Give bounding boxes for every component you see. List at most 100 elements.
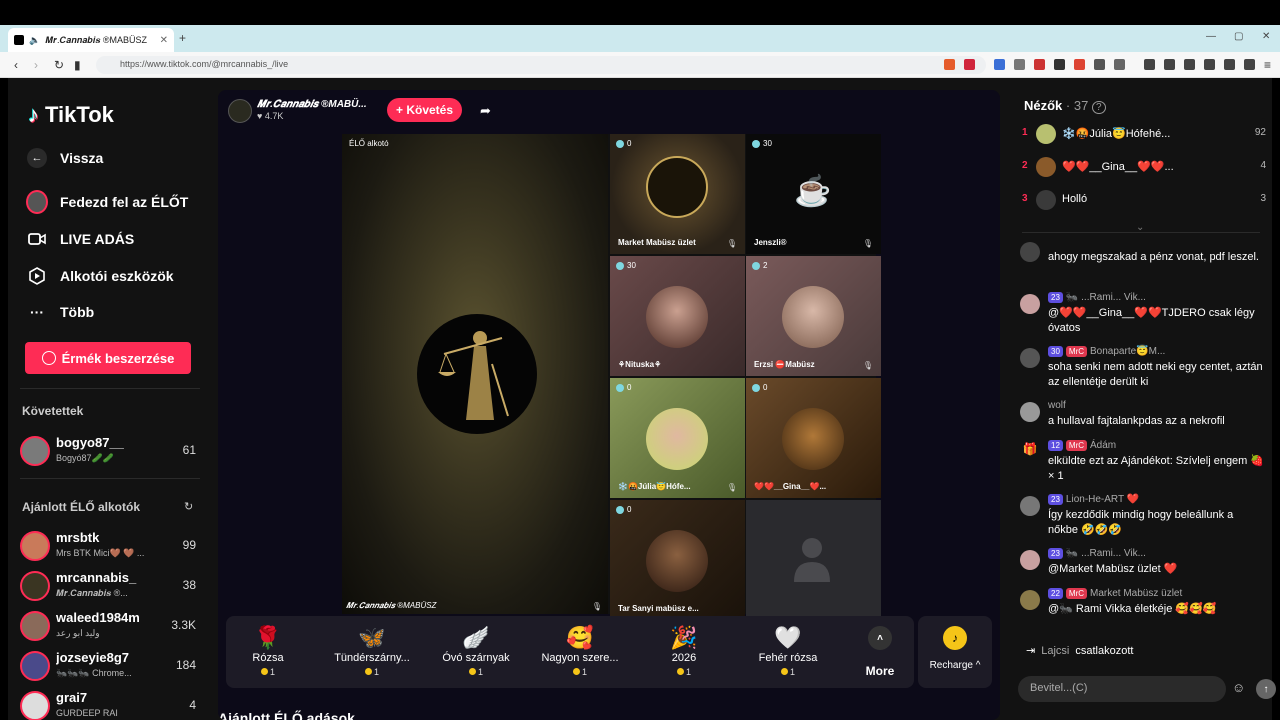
wallet-icon[interactable] — [1204, 59, 1215, 70]
guest-tile[interactable]: 0 ❄️🤬Júlia😇Hófe... 🎙 — [610, 378, 745, 498]
close-window-icon[interactable]: ✕ — [1262, 31, 1270, 42]
info-icon[interactable]: ? — [1091, 101, 1106, 114]
brave-shield-icon[interactable] — [944, 59, 955, 70]
host-avatar[interactable] — [228, 99, 252, 123]
menu-icon[interactable]: ≡ — [1264, 58, 1271, 72]
bookmark-icon[interactable]: ▮ — [74, 58, 81, 72]
follow-button[interactable]: + Követés — [387, 98, 462, 122]
avatar[interactable] — [1020, 590, 1040, 610]
guest-tile[interactable]: 30 ⚘Nituska⚘ — [610, 256, 745, 376]
recommended-account[interactable]: jozseyie8g7 🐜🐜🐜 Chrome... 184 — [20, 649, 200, 683]
extension-icon[interactable] — [1014, 59, 1025, 70]
gift-item[interactable]: 🪽 Óvó szárnyak 1 — [426, 624, 526, 684]
history-icon[interactable] — [1224, 59, 1235, 70]
url-field[interactable]: https://www.tiktok.com/@mrcannabis_/live — [96, 56, 986, 74]
nav-explore-live[interactable]: Fedezd fel az ÉLŐT — [26, 190, 188, 214]
send-icon[interactable]: ↑ — [1256, 679, 1276, 699]
account-name: waleed1984m — [56, 610, 140, 625]
vpn-icon[interactable] — [1244, 59, 1255, 70]
avatar[interactable] — [1020, 402, 1040, 422]
guest-tile[interactable]: 30 ☕ Jenszli® 🎙 — [746, 134, 881, 254]
extension-icon[interactable] — [1054, 59, 1065, 70]
recharge-button[interactable]: ♪ Recharge ^ — [918, 616, 992, 688]
like-count: ♥ 4.7K — [257, 111, 283, 121]
fairy-wings-icon: 🦋 — [358, 625, 386, 650]
nav-live[interactable]: LIVE ADÁS — [26, 227, 134, 251]
refresh-icon[interactable]: ↻ — [184, 500, 193, 513]
gift-name: Nagyon szere... — [541, 652, 619, 664]
avatar[interactable] — [1020, 242, 1040, 262]
avatar — [20, 651, 50, 681]
top-viewer[interactable]: 3 Holló 3 — [1022, 188, 1266, 212]
top-viewer[interactable]: 2 ❤️❤️__Gina__❤️❤️... 4 — [1022, 155, 1266, 179]
guest-tile[interactable]: 0 ❤️❤️__Gina__❤️... — [746, 378, 881, 498]
top-viewer[interactable]: 1 ❄️🤬Júlia😇Hófehé... 92 — [1022, 122, 1266, 146]
followed-heading: Követettek — [22, 404, 84, 418]
gift-name: Tündérszárny... — [334, 652, 410, 664]
back-link[interactable]: ← Vissza — [26, 146, 103, 170]
minimize-icon[interactable]: — — [1206, 31, 1216, 42]
recommended-account[interactable]: mrcannabis_ 𝑴𝒓.𝑪𝒂𝒏𝒏𝒂𝒃𝒊𝒔 ®... 38 — [20, 569, 200, 603]
host-camera[interactable]: ÉLŐ alkotó 𝑴𝒓.𝑪𝒂𝒏𝒏𝒂𝒃𝒊𝒔 ®MABÜSZ 🎙 — [342, 134, 608, 614]
nav-creator-tools[interactable]: Alkotói eszközök — [26, 264, 174, 288]
sidebar-icon[interactable] — [1184, 59, 1195, 70]
emoji-icon[interactable]: ☺ — [1232, 680, 1245, 695]
more-gifts-button[interactable]: ˄ More — [860, 626, 900, 684]
followed-account[interactable]: bogyo87__ Bogyó87🥒🥒 61 — [20, 434, 200, 468]
avatar[interactable] — [1020, 496, 1040, 516]
recommended-account[interactable]: mrsbtk Mrs BTK Mici🤎 🤎 ... 99 — [20, 529, 200, 563]
viewers-count: · 37 — [1065, 98, 1089, 113]
message-header: 23 🐜 ...Rami... Vik... — [1048, 292, 1146, 303]
gift-item[interactable]: 🌹 Rózsa 1 — [218, 624, 318, 684]
translate-icon[interactable] — [994, 59, 1005, 70]
coin-icon — [41, 351, 56, 365]
host-name[interactable]: 𝑴𝒓.𝑪𝒂𝒏𝒏𝒂𝒃𝒊𝒔 ®MABÜ... — [257, 99, 367, 110]
viewer-score: 3 — [1260, 193, 1266, 204]
guest-tile[interactable]: 0 Tar Sanyi mabüsz e... — [610, 500, 745, 620]
reload-icon[interactable]: ↻ — [54, 58, 64, 72]
forward-icon[interactable]: › — [34, 58, 38, 72]
music-icon[interactable] — [1164, 59, 1175, 70]
get-coins-button[interactable]: Érmék beszerzése — [25, 342, 191, 374]
recommended-account[interactable]: waleed1984m وليد ابو رعد 3.3K — [20, 609, 200, 643]
tiktok-logo[interactable]: ♪ TikTok — [28, 102, 114, 128]
avatar — [20, 436, 50, 466]
recommended-account[interactable]: grai7 GURDEEP RAI 4 — [20, 689, 200, 720]
address-bar: ‹ › ↻ ▮ https://www.tiktok.com/@mrcannab… — [0, 52, 1280, 78]
share-icon[interactable]: ➦ — [480, 103, 491, 119]
gift-item[interactable]: 🤍 Fehér rózsa 1 — [738, 624, 838, 684]
guest-avatar — [782, 286, 844, 348]
extension-icon[interactable] — [1074, 59, 1085, 70]
account-name: mrsbtk — [56, 530, 100, 545]
maximize-icon[interactable]: ▢ — [1234, 31, 1243, 42]
avatar[interactable] — [1020, 348, 1040, 368]
avatar[interactable] — [1020, 294, 1040, 314]
wings-icon: 🪽 — [462, 625, 490, 650]
extension-icon[interactable] — [1114, 59, 1125, 70]
back-icon[interactable]: ‹ — [14, 58, 18, 72]
more-icon: ··· — [30, 304, 44, 320]
avatar[interactable] — [1020, 550, 1040, 570]
new-tab-icon[interactable]: + — [179, 31, 186, 45]
guest-avatar — [646, 408, 708, 470]
browser-tab[interactable]: 🔈 𝑴𝒓.𝑪𝒂𝒏𝒏𝒂𝒃𝒊𝒔 ®MABÜSZ ✕ — [8, 28, 174, 52]
speaker-icon[interactable]: 🔈 — [29, 35, 40, 46]
message-text: soha senki nem adott neki egy centet, az… — [1048, 361, 1263, 388]
gift-price: 1 — [634, 667, 734, 677]
puzzle-icon[interactable] — [1094, 59, 1105, 70]
close-tab-icon[interactable]: ✕ — [160, 35, 168, 46]
gift-item[interactable]: 🎉 2026 1 — [634, 624, 734, 684]
chat-input[interactable]: Bevitel...(C) — [1018, 676, 1226, 702]
gift-item[interactable]: 🥰 Nagyon szere... 1 — [530, 624, 630, 684]
hls-icon[interactable] — [1034, 59, 1045, 70]
gift-item[interactable]: 🦋 Tündérszárny... 1 — [322, 624, 422, 684]
join-text: csatlakozott — [1075, 644, 1134, 657]
guest-tile[interactable]: 0 Market Mabüsz üzlet 🎙 — [610, 134, 745, 254]
download-icon[interactable] — [1144, 59, 1155, 70]
guest-tile[interactable]: 2 Erzsi ⛔Mabüsz 🎙 — [746, 256, 881, 376]
nav-more[interactable]: ··· Több — [26, 300, 94, 324]
empty-guest-slot[interactable] — [746, 500, 881, 620]
rewards-icon[interactable] — [964, 59, 975, 70]
message-text: @❤️❤️__Gina__❤️❤️TJDERO csak légy óvatos — [1048, 307, 1255, 334]
account-nickname: GURDEEP RAI — [56, 708, 118, 718]
